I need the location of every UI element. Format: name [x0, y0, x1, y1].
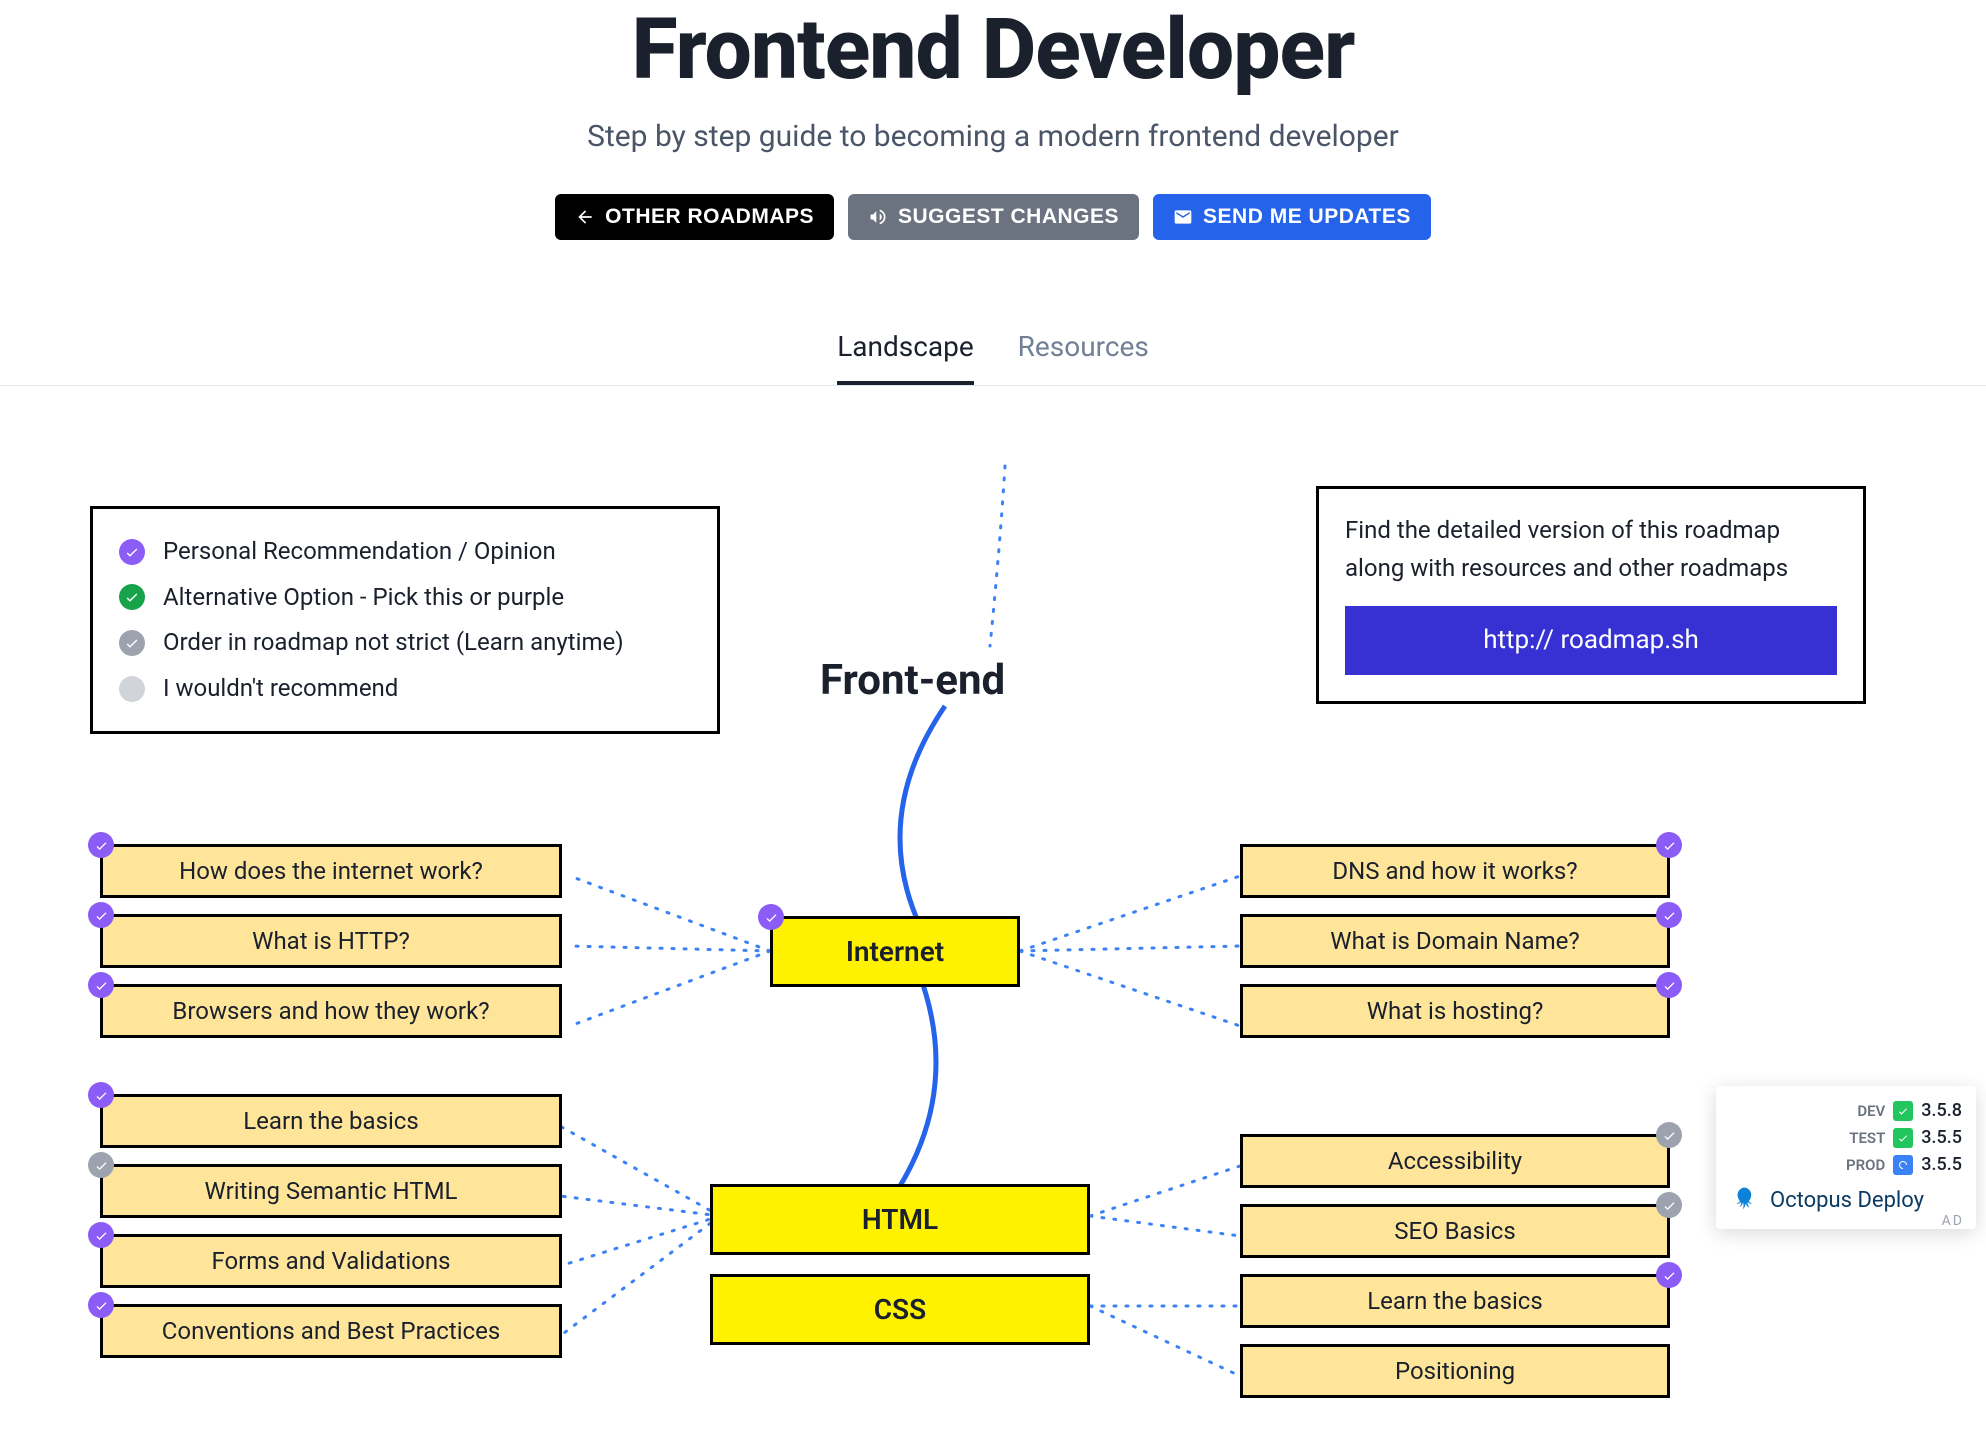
node-css-positioning[interactable]: Positioning [1240, 1344, 1670, 1398]
node-css-basics[interactable]: Learn the basics [1240, 1274, 1670, 1328]
ad-widget[interactable]: DEV 3.5.8 TEST 3.5.5 PROD 3.5.5 Octopus … [1716, 1086, 1976, 1229]
page-subtitle: Step by step guide to becoming a modern … [0, 119, 1986, 154]
legend-row-lightgray: I wouldn't recommend [119, 666, 691, 712]
legend-label: Personal Recommendation / Opinion [163, 529, 556, 575]
megaphone-icon [868, 207, 888, 227]
send-updates-button[interactable]: SEND ME UPDATES [1153, 194, 1431, 240]
badge-icon [1656, 972, 1682, 998]
legend-row-green: Alternative Option - Pick this or purple [119, 575, 691, 621]
roadmap-canvas: Personal Recommendation / Opinion Altern… [0, 386, 1986, 1446]
node-internet-domain[interactable]: What is Domain Name? [1240, 914, 1670, 968]
header-buttons: OTHER ROADMAPS SUGGEST CHANGES SEND ME U… [0, 194, 1986, 240]
octopus-icon [1730, 1185, 1760, 1215]
node-html-basics[interactable]: Learn the basics [100, 1094, 562, 1148]
badge-icon [88, 972, 114, 998]
badge-icon [1656, 1262, 1682, 1288]
check-icon [1893, 1101, 1913, 1121]
tabs: Landscape Resources [0, 330, 1986, 386]
env-label: DEV [1857, 1102, 1885, 1120]
node-accessibility[interactable]: Accessibility [1240, 1134, 1670, 1188]
legend-row-gray: Order in roadmap not strict (Learn anyti… [119, 620, 691, 666]
badge-icon [88, 902, 114, 928]
node-internet-how[interactable]: How does the internet work? [100, 844, 562, 898]
other-roadmaps-button[interactable]: OTHER ROADMAPS [555, 194, 834, 240]
node-html-semantic[interactable]: Writing Semantic HTML [100, 1164, 562, 1218]
node-css[interactable]: CSS [710, 1274, 1090, 1345]
check-green-icon [119, 584, 145, 610]
check-icon [1893, 1128, 1913, 1148]
node-internet-badge [758, 904, 784, 930]
node-html-forms[interactable]: Forms and Validations [100, 1234, 562, 1288]
roadmap-link-button[interactable]: http:// roadmap.sh [1345, 606, 1837, 676]
env-label: TEST [1849, 1129, 1885, 1147]
node-seo[interactable]: SEO Basics [1240, 1204, 1670, 1258]
env-version: 3.5.8 [1921, 1100, 1962, 1121]
ad-brand-label: Octopus Deploy [1770, 1188, 1924, 1213]
legend-label: Alternative Option - Pick this or purple [163, 575, 564, 621]
badge-icon [88, 1152, 114, 1178]
suggest-changes-button[interactable]: SUGGEST CHANGES [848, 194, 1139, 240]
badge-icon [88, 1082, 114, 1108]
dot-lightgray-icon [119, 676, 145, 702]
page-title: Frontend Developer [0, 0, 1986, 99]
env-label: PROD [1846, 1156, 1885, 1174]
node-internet[interactable]: Internet [770, 916, 1020, 987]
ad-brand-row: Octopus Deploy [1730, 1185, 1962, 1215]
badge-icon [1656, 1122, 1682, 1148]
env-row-dev: DEV 3.5.8 [1730, 1100, 1962, 1121]
node-internet-dns[interactable]: DNS and how it works? [1240, 844, 1670, 898]
node-internet-browsers[interactable]: Browsers and how they work? [100, 984, 562, 1038]
info-box: Find the detailed version of this roadma… [1316, 486, 1866, 704]
ad-tag: AD [1942, 1213, 1964, 1229]
info-text: Find the detailed version of this roadma… [1345, 511, 1837, 588]
envelope-icon [1173, 207, 1193, 227]
node-html-conventions[interactable]: Conventions and Best Practices [100, 1304, 562, 1358]
roadmap-title: Front-end [820, 656, 1005, 705]
tab-resources[interactable]: Resources [1018, 330, 1149, 385]
check-gray-icon [119, 630, 145, 656]
tab-landscape[interactable]: Landscape [837, 330, 973, 385]
legend-label: I wouldn't recommend [163, 666, 398, 712]
legend-box: Personal Recommendation / Opinion Altern… [90, 506, 720, 734]
env-version: 3.5.5 [1921, 1127, 1962, 1148]
check-purple-icon [119, 539, 145, 565]
legend-row-purple: Personal Recommendation / Opinion [119, 529, 691, 575]
env-version: 3.5.5 [1921, 1154, 1962, 1175]
suggest-changes-label: SUGGEST CHANGES [898, 205, 1119, 229]
env-row-prod: PROD 3.5.5 [1730, 1154, 1962, 1175]
send-updates-label: SEND ME UPDATES [1203, 205, 1411, 229]
legend-label: Order in roadmap not strict (Learn anyti… [163, 620, 624, 666]
badge-icon [1656, 1192, 1682, 1218]
spinner-icon [1893, 1155, 1913, 1175]
node-internet-hosting[interactable]: What is hosting? [1240, 984, 1670, 1038]
node-html[interactable]: HTML [710, 1184, 1090, 1255]
badge-icon [1656, 832, 1682, 858]
env-row-test: TEST 3.5.5 [1730, 1127, 1962, 1148]
arrow-left-icon [575, 207, 595, 227]
badge-icon [88, 832, 114, 858]
other-roadmaps-label: OTHER ROADMAPS [605, 205, 814, 229]
badge-icon [1656, 902, 1682, 928]
node-internet-http[interactable]: What is HTTP? [100, 914, 562, 968]
badge-icon [88, 1292, 114, 1318]
badge-icon [88, 1222, 114, 1248]
